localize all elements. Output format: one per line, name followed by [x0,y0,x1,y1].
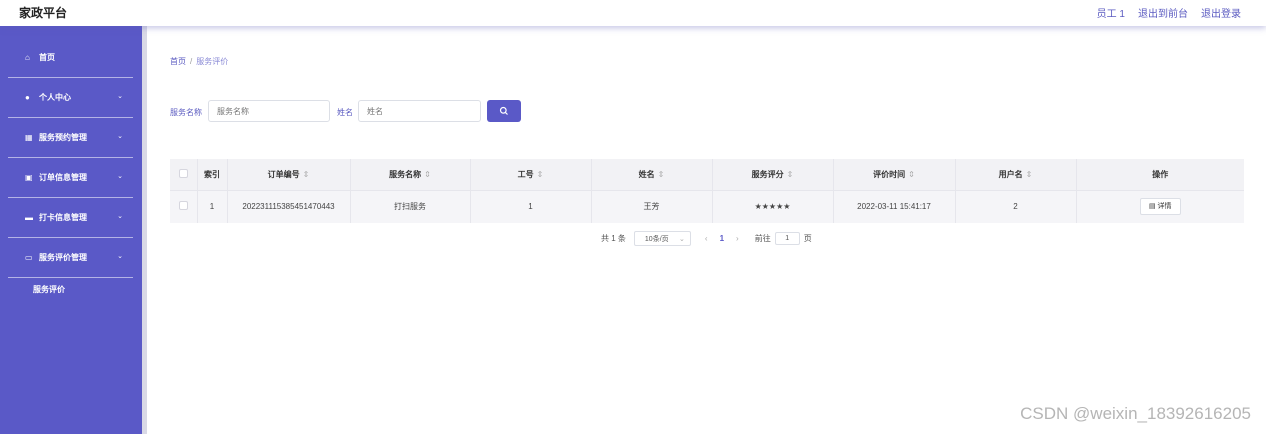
col-staff-no[interactable]: 工号 ⇕ [470,159,592,190]
top-bar: 家政平台 员工 1 退出到前台 退出登录 [0,0,1266,26]
service-name-label: 服务名称 [170,108,202,117]
col-service-name[interactable]: 服务名称 ⇕ [350,159,471,190]
breadcrumb-home[interactable]: 首页 [170,57,186,66]
sort-icon: ⇕ [536,169,544,179]
chevron-down-icon: ⌄ [117,213,123,220]
col-actions: 操作 [1076,159,1244,190]
sidebar-item-checkin[interactable]: ▬ 打卡信息管理 ⌄ [8,198,133,238]
col-name[interactable]: 姓名 ⇕ [591,159,713,190]
sidebar: ⌂ 首页 ● 个人中心 ⌄ ▦ 服务预约管理 ⌄ ▣ 订单信息管理 ⌄ ▬ 打卡… [0,26,142,434]
header-label: 服务名称 [389,169,422,179]
sidebar-item-reviews[interactable]: ▭ 服务评价管理 ⌄ [8,238,133,278]
sidebar-item-label: 个人中心 [39,93,71,102]
header-label: 订单编号 [267,169,300,179]
cell-staff-no: 1 [470,189,592,223]
cell-time: 2022-03-11 15:41:17 [833,189,956,223]
header-label: 评价时间 [873,169,906,179]
logout-link[interactable]: 退出登录 [1201,5,1241,20]
table-row: 1 202231115385451470443 打扫服务 1 王芳 ★★★★★ … [170,189,1244,223]
grid-icon: ▦ [25,133,33,142]
goto-label: 前往 [754,234,771,243]
prev-page-button[interactable]: ‹ [705,234,708,243]
sort-icon: ⇕ [908,169,915,179]
sort-icon: ⇕ [657,169,665,179]
person-icon: ● [25,93,30,102]
top-right-links: 员工 1 退出到前台 退出登录 [1097,5,1241,20]
breadcrumb: 首页 / 服务评价 [170,56,228,67]
col-rating[interactable]: 服务评分 ⇕ [712,159,834,190]
sidebar-item-home[interactable]: ⌂ 首页 [8,38,133,78]
user-link[interactable]: 员工 1 [1097,5,1125,20]
table-header-row: 索引 订单编号 ⇕ 服务名称 ⇕ 工号 ⇕ 姓名 ⇕ 服务评分 ⇕ 评价时间 ⇕ 用户名 ⇕ … [170,159,1244,190]
sidebar-item-label: 订单信息管理 [39,173,87,182]
chevron-up-icon: ⌄ [117,253,123,260]
header-label: 姓名 [638,169,655,179]
search-button[interactable] [487,100,521,122]
sidebar-item-label: 首页 [39,53,55,62]
header-label: 服务评分 [751,169,784,179]
reviews-table: 索引 订单编号 ⇕ 服务名称 ⇕ 工号 ⇕ 姓名 ⇕ 服务评分 ⇕ 评价时间 ⇕ 用户名 ⇕ … [170,159,1244,223]
col-index: 索引 [197,159,228,190]
select-all-checkbox[interactable] [178,168,188,178]
goto-page-input[interactable]: 1 [774,232,800,245]
name-label: 姓名 [337,108,353,117]
header-label: 操作 [1152,169,1169,179]
sidebar-item-label: 打卡信息管理 [39,213,87,222]
detail-label: 详情 [1157,203,1172,211]
chevron-down-icon: ⌄ [117,173,123,180]
cell-rating: ★★★★★ [712,189,834,223]
sidebar-item-label: 服务评价管理 [39,253,87,262]
cell-username: 2 [955,189,1077,223]
sort-icon: ⇕ [302,169,310,179]
cell-actions: ▤ 详情 [1076,189,1244,223]
breadcrumb-current: 服务评价 [196,57,229,66]
back-to-front-link[interactable]: 退出到前台 [1138,5,1188,20]
col-order-no[interactable]: 订单编号 ⇕ [227,159,351,190]
sidebar-item-booking[interactable]: ▦ 服务预约管理 ⌄ [8,118,133,158]
service-name-input[interactable] [208,100,330,122]
briefcase-icon: ▭ [25,253,33,262]
cell-service-name: 打扫服务 [350,189,471,223]
sidebar-item-profile[interactable]: ● 个人中心 ⌄ [8,78,133,118]
card-icon: ▬ [25,213,33,222]
search-icon [499,106,508,115]
chevron-down-icon: ⌄ [117,93,123,100]
sidebar-subitem-service-review[interactable]: 服务评价 [33,284,65,295]
sort-icon: ⇕ [424,169,431,179]
cell-name: 王芳 [591,189,713,223]
cell-order-no: 202231115385451470443 [227,189,351,223]
brand-title: 家政平台 [19,6,68,20]
document-icon: ▤ [1148,203,1158,211]
header-label: 工号 [517,169,534,179]
chevron-down-icon: ⌄ [679,235,685,243]
lock-icon: ▣ [25,173,33,182]
home-icon: ⌂ [25,53,30,62]
header-label: 索引 [204,169,220,179]
sort-icon: ⇕ [786,169,794,179]
sort-icon: ⇕ [1025,169,1033,179]
page-number-1[interactable]: 1 [720,234,724,243]
breadcrumb-separator: / [190,57,193,66]
col-time[interactable]: 评价时间 ⇕ [833,159,956,190]
page-suffix: 页 [803,234,812,243]
name-input[interactable] [358,100,481,122]
col-username[interactable]: 用户名 ⇕ [955,159,1077,190]
next-page-button[interactable]: › [736,234,739,243]
cell-index: 1 [197,189,228,223]
row-select-cell [170,189,198,223]
row-checkbox[interactable] [178,201,188,211]
watermark: CSDN @weixin_18392616205 [1020,404,1251,423]
pagination: 共 1 条 10条/页 ⌄ ‹ 1 › 前往 1 页 [601,231,812,246]
page-size-value: 10条/页 [644,235,669,243]
sidebar-item-orders[interactable]: ▣ 订单信息管理 ⌄ [8,158,133,198]
header-label: 用户名 [998,169,1023,179]
sidebar-item-label: 服务预约管理 [39,133,87,142]
page-size-select[interactable]: 10条/页 ⌄ [633,231,691,246]
select-all-cell [170,159,198,190]
sidebar-divider [142,26,147,434]
detail-button[interactable]: ▤ 详情 [1139,198,1181,216]
chevron-down-icon: ⌄ [117,133,123,140]
total-count: 共 1 条 [601,234,626,243]
